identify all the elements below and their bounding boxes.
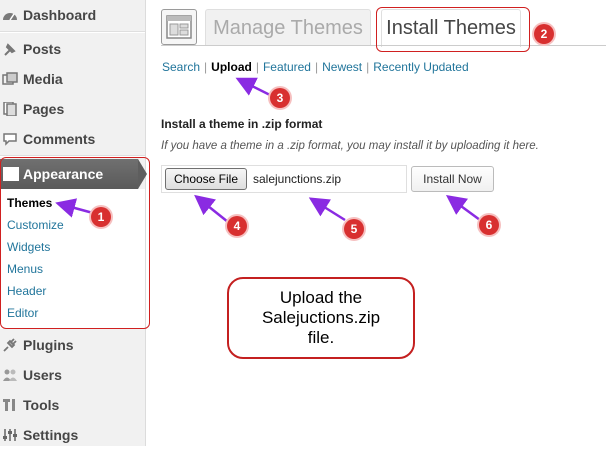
step-badge-6: 6 — [479, 215, 499, 235]
step-badge-3: 3 — [270, 88, 290, 108]
step-badge-5: 5 — [344, 219, 364, 239]
step-badge-1: 1 — [91, 207, 111, 227]
arrow-4 — [194, 194, 229, 223]
callout-text: Upload the Salejuctions.zip file. — [261, 288, 381, 347]
step-badge-4: 4 — [227, 216, 247, 236]
arrow-1 — [55, 198, 94, 218]
instruction-callout: Upload the Salejuctions.zip file. — [227, 277, 415, 359]
annotation-arrows — [55, 77, 481, 223]
arrow-6 — [445, 195, 481, 222]
arrow-3 — [235, 77, 271, 97]
arrow-5 — [308, 197, 346, 222]
step-badge-2: 2 — [534, 24, 554, 44]
